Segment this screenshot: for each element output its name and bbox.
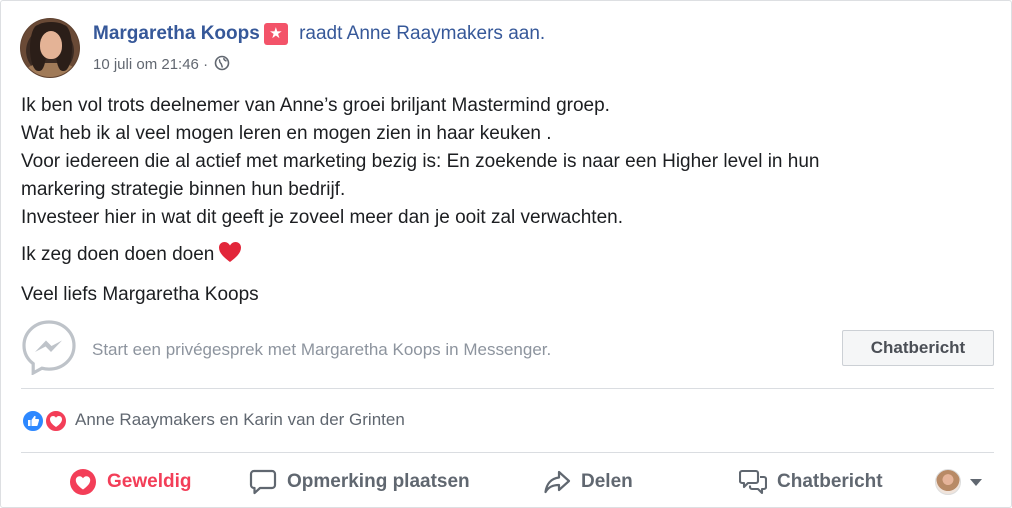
post-line: Ik ben vol trots deelnemer van Anne’s gr… (21, 95, 610, 116)
share-label: Delen (581, 471, 633, 492)
like-icon (21, 409, 45, 433)
divider (21, 452, 994, 453)
post-card: Margaretha Koops ★ raadt Anne Raaymakers … (0, 0, 1012, 508)
post-line: Voor iedereen die al actief met marketin… (21, 151, 820, 172)
post-paragraph: Veel liefs Margaretha Koops (21, 281, 981, 309)
love-icon (70, 469, 96, 495)
action-bar: Geweldig Opmerking plaatsen Delen Chatbe… (21, 459, 994, 505)
chat-button[interactable]: Chatbericht (842, 330, 994, 366)
post-paragraph: Ik zeg doen doen doen (21, 241, 981, 272)
post-header: Margaretha Koops ★ raadt Anne Raaymakers … (93, 23, 545, 45)
author-avatar[interactable] (20, 18, 80, 78)
chevron-down-icon (970, 479, 982, 486)
send-message-button[interactable]: Chatbericht (739, 467, 883, 497)
post-line: Ik zeg doen doen doen (21, 244, 215, 265)
chat-label: Chatbericht (777, 471, 883, 492)
reaction-icons[interactable] (21, 408, 71, 434)
chat-bubbles-icon (739, 469, 767, 495)
post-text: Ik ben vol trots deelnemer van Anne’s gr… (21, 92, 981, 318)
love-icon (44, 409, 68, 433)
messenger-icon (21, 319, 77, 376)
post-paragraph: Ik ben vol trots deelnemer van Anne’s gr… (21, 92, 981, 232)
love-reaction-button[interactable]: Geweldig (69, 467, 191, 497)
post-line: Wat heb ik al veel mogen leren en mogen … (21, 123, 552, 144)
messenger-prompt-text: Start een privégesprek met Margaretha Ko… (92, 340, 552, 359)
share-button[interactable]: Delen (543, 467, 633, 497)
comment-button[interactable]: Opmerking plaatsen (249, 467, 470, 497)
star-icon: ★ (263, 23, 288, 45)
messenger-prompt-row: Start een privégesprek met Margaretha Ko… (21, 319, 994, 389)
author-name-link[interactable]: Margaretha Koops (93, 23, 260, 44)
recommend-text: raadt Anne Raaymakers aan. (299, 23, 545, 44)
recommend-suffix: aan. (508, 23, 546, 44)
timestamp-link[interactable]: 10 juli om 21:46 (93, 56, 199, 73)
meta-separator: · (203, 56, 209, 73)
reaction-names-link[interactable]: Anne Raaymakers en Karin van der Grinten (75, 410, 405, 430)
love-reaction-label: Geweldig (107, 471, 192, 492)
share-icon (544, 470, 571, 494)
user-avatar (935, 469, 961, 495)
reactions-summary[interactable]: Anne Raaymakers en Karin van der Grinten (21, 405, 994, 437)
recommended-page-link[interactable]: Anne Raaymakers (347, 23, 503, 44)
heart-emoji-icon (218, 241, 242, 272)
post-line: markering strategie binnen hun bedrijf. (21, 179, 346, 200)
comment-label: Opmerking plaatsen (287, 471, 470, 492)
post-line: Investeer hier in wat dit geeft je zovee… (21, 207, 623, 228)
recommend-verb: raadt (299, 23, 343, 44)
comment-icon (249, 469, 277, 495)
post-line: Veel liefs Margaretha Koops (21, 284, 259, 305)
post-meta: 10 juli om 21:46 · (93, 55, 230, 75)
globe-icon[interactable] (214, 55, 230, 75)
profile-selector[interactable] (935, 467, 983, 497)
